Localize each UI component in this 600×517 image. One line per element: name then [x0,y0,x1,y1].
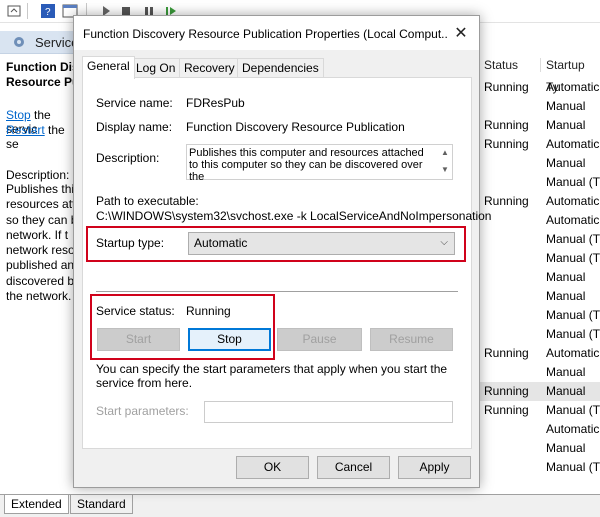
column-header-status[interactable]: Status [484,54,518,76]
table-cell-startup-type[interactable]: Manual [546,287,585,306]
services-title: Service [35,35,79,50]
resume-button[interactable]: Resume [370,328,453,351]
service-description-text: Publishes this resources att so they can… [6,182,76,304]
services-list: Status Startup Ty Running Automatic Manual… [478,54,600,486]
table-cell-status[interactable]: Running [484,116,529,135]
stop-service-link[interactable]: Stop [6,108,31,122]
general-tab-panel: Service name: FDResPub Display name: Fun… [82,77,491,449]
table-cell-startup-type[interactable]: Automatic [546,344,599,363]
table-cell-startup-type[interactable]: Manual [546,116,585,135]
table-cell-startup-type[interactable]: Automatic [546,211,599,230]
gear-icon [14,37,24,47]
path-value: C:\WINDOWS\system32\svchost.exe -k Local… [96,209,492,223]
services-header: Service [0,31,80,54]
table-cell-status[interactable]: Running [484,135,529,154]
table-cell-startup-type[interactable]: Automatic [546,192,599,211]
view-tabs: Extended Standard [0,494,600,517]
startup-type-highlight [86,226,466,262]
scroll-down-icon[interactable]: ▼ [438,162,452,178]
table-cell-startup-type[interactable]: Manual (Tr [546,249,600,268]
table-cell-startup-type[interactable]: Manual [546,154,585,173]
display-name-label: Display name: [96,120,173,134]
table-cell-startup-type[interactable]: Manual (Tr [546,325,600,344]
pause-button[interactable]: Pause [277,328,362,351]
restart-service-link[interactable]: Restart [6,123,45,137]
table-cell-status[interactable]: Running [484,401,529,420]
description-textbox[interactable]: Publishes this computer and resources at… [186,144,453,183]
tab-dependencies[interactable]: Dependencies [237,58,324,78]
start-parameters-input[interactable] [204,401,453,423]
table-cell-startup-type[interactable]: Manual (Tr [546,401,600,420]
table-cell-startup-type[interactable]: Manual (Tr [546,458,600,477]
table-cell-startup-type[interactable]: Automatic [546,420,599,439]
properties-dialog: Function Discovery Resource Publication … [73,15,491,488]
scroll-up-icon[interactable]: ▲ [438,145,452,161]
path-label: Path to executable: [96,194,199,208]
cancel-button[interactable]: Cancel [317,456,390,479]
table-cell-startup-type[interactable]: Manual [546,382,585,401]
restart-service-link-line: Restart the se [6,123,65,151]
apply-button[interactable]: Apply [398,456,471,479]
extended-description-pane: Function Discovery Resource Publication … [0,54,76,486]
table-cell-status[interactable]: Running [484,344,529,363]
table-cell-startup-type[interactable]: Manual [546,439,585,458]
help-icon[interactable]: ? [40,3,56,19]
table-cell-startup-type[interactable]: Manual [546,97,585,116]
tab-log-on[interactable]: Log On [131,58,181,78]
description-label: Description: [96,151,160,165]
table-cell-startup-type[interactable]: Automatic [546,135,599,154]
table-cell-status[interactable]: Running [484,78,529,97]
display-name-value: Function Discovery Resource Publication [186,120,405,134]
description-heading: Description: [6,168,70,182]
tab-standard[interactable]: Standard [70,495,133,514]
divider [96,291,458,292]
table-cell-startup-type[interactable]: Manual (Tr [546,230,600,249]
start-parameters-hint: You can specify the start parameters tha… [96,362,448,390]
ok-button[interactable]: OK [236,456,309,479]
svg-text:?: ? [45,7,51,18]
table-cell-startup-type[interactable]: Manual [546,268,585,287]
selected-service-title: Function Discovery Resource Publication [6,60,76,89]
table-cell-startup-type[interactable]: Manual (Trig [546,173,600,192]
service-name-label: Service name: [96,96,173,110]
service-name-value: FDResPub [186,96,245,110]
close-icon[interactable]: ✕ [451,24,471,44]
table-cell-startup-type[interactable]: Manual [546,363,585,382]
table-cell-startup-type[interactable]: Manual (Tr [546,306,600,325]
tab-extended[interactable]: Extended [4,495,69,514]
tab-general[interactable]: General [82,56,135,79]
tab-recovery[interactable]: Recovery [179,58,240,78]
up-level-icon[interactable] [6,3,22,19]
description-text: Publishes this computer and resources at… [189,147,424,183]
service-status-highlight [90,294,275,360]
table-cell-startup-type[interactable]: Automatic [546,78,599,97]
dialog-title: Function Discovery Resource Publication … [83,27,448,41]
table-cell-status[interactable]: Running [484,382,529,401]
column-header-startup-type[interactable]: Startup Ty [546,54,600,94]
dialog-titlebar[interactable]: Function Discovery Resource Publication … [74,16,479,50]
start-parameters-label: Start parameters: [96,404,189,418]
